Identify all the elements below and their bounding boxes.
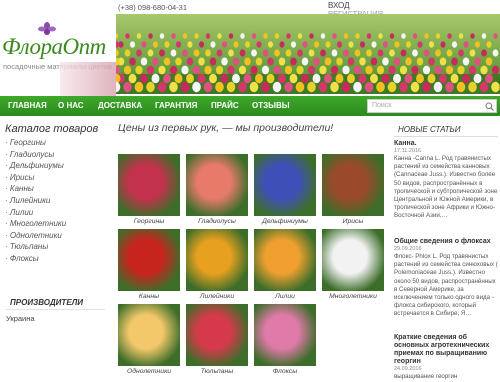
news-excerpt: Флокс- Phlox L. Род травянистых растений…: [394, 253, 498, 318]
nav-reviews[interactable]: ОТЗЫВЫ: [252, 101, 290, 110]
producers-title: ПРОИЗВОДИТЕЛИ: [10, 298, 84, 307]
producer-country[interactable]: Украина: [6, 314, 35, 323]
category-item[interactable]: · Лилейники: [5, 196, 66, 208]
product-caption[interactable]: Лилии: [254, 293, 316, 300]
header: ФлораОпт посадочные материалы цветов (+3…: [0, 0, 500, 96]
news-item[interactable]: Канна. 17.11.2016 Канна -Canna L. Род тр…: [394, 140, 498, 221]
news-headline[interactable]: Канна.: [394, 140, 498, 148]
category-list: · Георгины · Гладиолусы · Дельфиниумы · Ири…: [5, 138, 66, 266]
product-caption[interactable]: Флоксы: [254, 368, 316, 375]
logo-text: ФлораОпт: [2, 34, 106, 59]
slogan: Цены из первых рук, — мы производители!: [118, 122, 334, 134]
category-item[interactable]: · Флоксы: [5, 254, 66, 266]
news-date: 24.09.2016: [394, 366, 422, 372]
search-placeholder: Поиск: [372, 102, 392, 109]
news-excerpt: Канна -Canna L. Род травянистых растений…: [394, 155, 498, 220]
category-item[interactable]: · Тюльпаны: [5, 242, 66, 254]
news-headline[interactable]: Общие сведения о флоксах: [394, 238, 498, 246]
product-photo[interactable]: [186, 304, 248, 366]
news-divider: [394, 136, 498, 137]
product-tile[interactable]: Канны: [118, 229, 180, 300]
category-item[interactable]: · Гладиолусы: [5, 150, 66, 162]
nav-home[interactable]: ГЛАВНАЯ: [8, 101, 47, 110]
search-icon[interactable]: [485, 102, 494, 111]
product-photo[interactable]: [322, 154, 384, 216]
news-date: 29.09.2016: [394, 246, 422, 252]
product-photo[interactable]: [254, 154, 316, 216]
category-item[interactable]: · Ирисы: [5, 173, 66, 185]
category-item[interactable]: · Многолетники: [5, 219, 66, 231]
header-photo: [60, 62, 116, 96]
category-item[interactable]: · Однолетники: [5, 231, 66, 243]
category-item[interactable]: · Дельфиниумы: [5, 161, 66, 173]
product-tile[interactable]: Однолетники: [118, 304, 180, 375]
nav-delivery[interactable]: ДОСТАВКА: [98, 101, 142, 110]
news-title: НОВЫЕ СТАТЬИ: [398, 125, 461, 134]
search-input[interactable]: Поиск: [367, 99, 497, 113]
tulip-field-banner: [116, 14, 500, 94]
product-caption[interactable]: Ирисы: [322, 218, 384, 225]
news-excerpt: выращивание георгин: [394, 373, 458, 380]
product-photo[interactable]: [186, 154, 248, 216]
catalog-title: Каталог товаров: [5, 123, 99, 135]
category-item[interactable]: · Канны: [5, 184, 66, 196]
news-item[interactable]: Общие сведения о флоксах 29.09.2016 Флок…: [394, 238, 498, 319]
product-tile[interactable]: Лилии: [254, 229, 316, 300]
product-tile[interactable]: Тюльпаны: [186, 304, 248, 375]
product-photo[interactable]: [322, 229, 384, 291]
category-item[interactable]: · Георгины: [5, 138, 66, 150]
product-tile[interactable]: Гладиолусы: [186, 154, 248, 225]
product-tile[interactable]: Дельфиниумы: [254, 154, 316, 225]
product-caption[interactable]: Канны: [118, 293, 180, 300]
product-photo[interactable]: [118, 304, 180, 366]
news-date: 17.11.2016: [394, 148, 422, 154]
product-photo[interactable]: [254, 304, 316, 366]
product-photo[interactable]: [254, 229, 316, 291]
nav-guarantee[interactable]: ГАРАНТИЯ: [155, 101, 197, 110]
product-caption[interactable]: Тюльпаны: [186, 368, 248, 375]
news-item[interactable]: Краткие сведения об основных агротехниче…: [394, 334, 498, 381]
phone-number: (+38) 098-680-04-31: [118, 3, 188, 12]
product-photo[interactable]: [118, 154, 180, 216]
product-photo[interactable]: [118, 229, 180, 291]
product-caption[interactable]: Дельфиниумы: [254, 218, 316, 225]
nav-price[interactable]: ПРАЙС: [211, 101, 239, 110]
product-tile[interactable]: Лилейники: [186, 229, 248, 300]
category-item[interactable]: · Лилии: [5, 208, 66, 220]
product-caption[interactable]: Георгины: [118, 218, 180, 225]
product-caption[interactable]: Гладиолусы: [186, 218, 248, 225]
product-photo[interactable]: [186, 229, 248, 291]
news-headline[interactable]: Краткие сведения об основных агротехниче…: [394, 334, 498, 366]
producers-divider: [5, 309, 105, 310]
product-caption[interactable]: Однолетники: [118, 368, 180, 375]
product-tile[interactable]: Флоксы: [254, 304, 316, 375]
product-tile[interactable]: Многолетники: [322, 229, 384, 300]
product-caption[interactable]: Лилейники: [186, 293, 248, 300]
product-caption[interactable]: Многолетники: [322, 293, 384, 300]
product-tile[interactable]: Георгины: [118, 154, 180, 225]
nav-about[interactable]: О НАС: [58, 101, 84, 110]
product-tile[interactable]: Ирисы: [322, 154, 384, 225]
